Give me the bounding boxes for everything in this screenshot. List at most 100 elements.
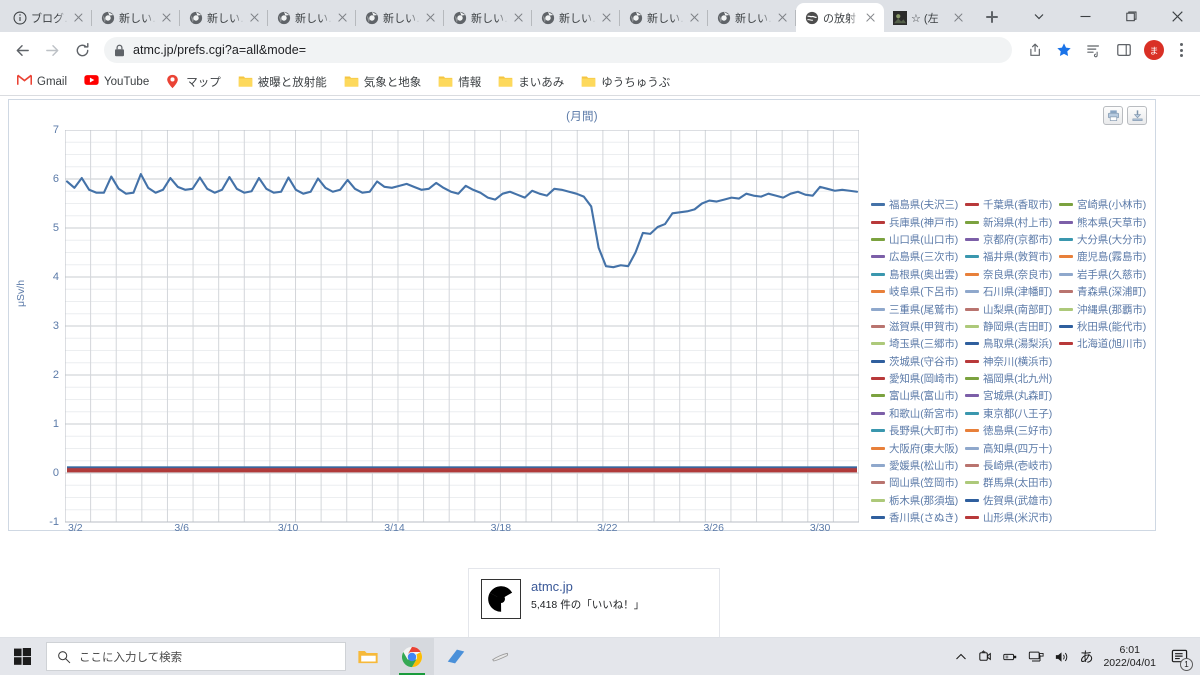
forward-arrow-icon[interactable] bbox=[38, 36, 66, 64]
legend-item[interactable]: 岡山県(笠岡市) bbox=[871, 474, 965, 491]
close-icon[interactable] bbox=[688, 11, 702, 25]
printer-icon[interactable] bbox=[1103, 106, 1123, 125]
legend-item[interactable]: 岩手県(久慈市) bbox=[1059, 266, 1157, 283]
legend-item[interactable]: 大分県(大分市) bbox=[1059, 231, 1157, 248]
legend-item[interactable]: 石川県(津幡町) bbox=[965, 283, 1059, 300]
taskbar-app-pen[interactable] bbox=[478, 638, 522, 675]
legend-item[interactable]: 青森県(深浦町) bbox=[1059, 283, 1157, 300]
legend-item[interactable]: 宮崎県(小林市) bbox=[1059, 196, 1157, 213]
share-icon[interactable] bbox=[1020, 36, 1048, 64]
new-tab-button[interactable] bbox=[978, 3, 1006, 31]
ime-indicator[interactable]: あ bbox=[1079, 647, 1093, 667]
legend-item[interactable]: 山梨県(南部町) bbox=[965, 300, 1059, 317]
legend-item[interactable]: 奈良県(奈良市) bbox=[965, 266, 1059, 283]
close-icon[interactable] bbox=[512, 11, 526, 25]
bookmark-item[interactable]: ゆうちゅうぶ bbox=[574, 71, 677, 93]
facebook-like-widget[interactable]: atmc.jp 5,418 件の「いいね！」 bbox=[468, 568, 720, 637]
three-dots-icon[interactable] bbox=[1170, 36, 1192, 64]
legend-item[interactable]: 静岡県(吉田町) bbox=[965, 318, 1059, 335]
notification-icon[interactable]: 1 bbox=[1166, 644, 1193, 671]
legend-item[interactable]: 長野県(大町市) bbox=[871, 422, 965, 439]
browser-tab[interactable]: 新しい… bbox=[444, 3, 532, 32]
bookmark-item[interactable]: 被曝と放射能 bbox=[231, 71, 334, 93]
legend-item[interactable]: 千葉県(香取市) bbox=[965, 196, 1059, 213]
legend-item[interactable]: 茨城県(守谷市) bbox=[871, 353, 965, 370]
maximize-button[interactable] bbox=[1108, 0, 1154, 32]
camera-icon[interactable] bbox=[977, 649, 992, 664]
download-icon[interactable] bbox=[1127, 106, 1147, 125]
legend-item[interactable]: 栃木県(那須塩) bbox=[871, 492, 965, 509]
legend-item[interactable]: 山口県(山口市) bbox=[871, 231, 965, 248]
reload-icon[interactable] bbox=[68, 36, 96, 64]
bookmark-item[interactable]: Gmail bbox=[10, 71, 74, 92]
browser-tab[interactable]: ☆ (左 bbox=[884, 3, 972, 32]
legend-item[interactable]: 高知県(四万十) bbox=[965, 439, 1059, 456]
legend-item[interactable]: 三重県(尾鷲市) bbox=[871, 300, 965, 317]
fb-page-name[interactable]: atmc.jp bbox=[531, 579, 644, 595]
taskbar-clock[interactable]: 6:01 2022/04/01 bbox=[1103, 644, 1156, 670]
legend-item[interactable]: 広島県(三次市) bbox=[871, 248, 965, 265]
plot-area[interactable] bbox=[65, 130, 859, 523]
taskbar-app-file-explorer[interactable] bbox=[346, 638, 390, 675]
legend-item[interactable]: 島根県(奥出雲) bbox=[871, 266, 965, 283]
legend-item[interactable]: 秋田県(能代市) bbox=[1059, 318, 1157, 335]
legend-item[interactable]: 群馬県(太田市) bbox=[965, 474, 1059, 491]
legend-item[interactable]: 鹿児島(霧島市) bbox=[1059, 248, 1157, 265]
taskbar-app-book[interactable] bbox=[434, 638, 478, 675]
browser-tab[interactable]: 新しい… bbox=[532, 3, 620, 32]
legend-item[interactable]: 福井県(敦賀市) bbox=[965, 248, 1059, 265]
taskbar-app-chrome[interactable] bbox=[390, 638, 434, 675]
close-icon[interactable] bbox=[600, 11, 614, 25]
legend-item[interactable]: 和歌山(新宮市) bbox=[871, 405, 965, 422]
browser-tab[interactable]: ブログ… bbox=[4, 3, 92, 32]
close-icon[interactable] bbox=[776, 11, 790, 25]
legend-item[interactable]: 京都府(京都市) bbox=[965, 231, 1059, 248]
bookmark-item[interactable]: 情報 bbox=[431, 71, 488, 93]
address-bar[interactable]: atmc.jp/prefs.cgi?a=all&mode= bbox=[104, 37, 1012, 63]
usb-icon[interactable] bbox=[1002, 650, 1018, 664]
network-icon[interactable] bbox=[1028, 650, 1044, 664]
legend-item[interactable]: 佐賀県(武雄市) bbox=[965, 492, 1059, 509]
minimize-button[interactable] bbox=[1062, 0, 1108, 32]
legend-item[interactable]: 福岡県(北九州) bbox=[965, 370, 1059, 387]
close-icon[interactable] bbox=[160, 11, 174, 25]
bookmark-item[interactable]: まいあみ bbox=[491, 71, 571, 93]
close-icon[interactable] bbox=[336, 11, 350, 25]
legend-item[interactable]: 沖縄県(那覇市) bbox=[1059, 300, 1157, 317]
legend-item[interactable]: 愛知県(岡崎市) bbox=[871, 370, 965, 387]
close-icon[interactable] bbox=[864, 11, 878, 25]
reading-list-icon[interactable] bbox=[1080, 36, 1108, 64]
back-arrow-icon[interactable] bbox=[8, 36, 36, 64]
volume-icon[interactable] bbox=[1054, 650, 1069, 664]
legend-item[interactable]: 滋賀県(甲賀市) bbox=[871, 318, 965, 335]
close-window-button[interactable] bbox=[1154, 0, 1200, 32]
bookmark-item[interactable]: YouTube bbox=[77, 71, 156, 92]
legend-item[interactable]: 宮城県(丸森町) bbox=[965, 387, 1059, 404]
browser-tab[interactable]: 新しい… bbox=[268, 3, 356, 32]
legend-item[interactable]: 熊本県(天草市) bbox=[1059, 213, 1157, 230]
bookmark-item[interactable]: マップ bbox=[159, 71, 228, 93]
browser-tab[interactable]: 新しい… bbox=[356, 3, 444, 32]
legend-item[interactable]: 神奈川(横浜市) bbox=[965, 353, 1059, 370]
browser-tab[interactable]: 新しい… bbox=[180, 3, 268, 32]
browser-tab[interactable]: 新しい… bbox=[708, 3, 796, 32]
legend-item[interactable]: 山形県(米沢市) bbox=[965, 509, 1059, 526]
legend-item[interactable]: 大阪府(東大阪) bbox=[871, 439, 965, 456]
legend-item[interactable]: 新潟県(村上市) bbox=[965, 213, 1059, 230]
close-icon[interactable] bbox=[72, 11, 86, 25]
browser-tab[interactable]: 新しい… bbox=[620, 3, 708, 32]
taskbar-search-input[interactable]: ここに入力して検索 bbox=[46, 642, 346, 671]
chevron-up-icon[interactable] bbox=[955, 651, 967, 663]
browser-tab[interactable]: の放射 bbox=[796, 3, 884, 32]
legend-item[interactable]: 東京都(八王子) bbox=[965, 405, 1059, 422]
legend-item[interactable]: 福島県(夫沢三) bbox=[871, 196, 965, 213]
legend-item[interactable]: 富山県(富山市) bbox=[871, 387, 965, 404]
legend-item[interactable]: 埼玉県(三郷市) bbox=[871, 335, 965, 352]
close-icon[interactable] bbox=[248, 11, 262, 25]
legend-item[interactable]: 香川県(さぬき) bbox=[871, 509, 965, 526]
star-icon[interactable] bbox=[1050, 36, 1078, 64]
side-panel-icon[interactable] bbox=[1110, 36, 1138, 64]
legend-item[interactable]: 北海道(旭川市) bbox=[1059, 335, 1157, 352]
close-icon[interactable] bbox=[424, 11, 438, 25]
bookmark-item[interactable]: 気象と地象 bbox=[337, 71, 429, 93]
